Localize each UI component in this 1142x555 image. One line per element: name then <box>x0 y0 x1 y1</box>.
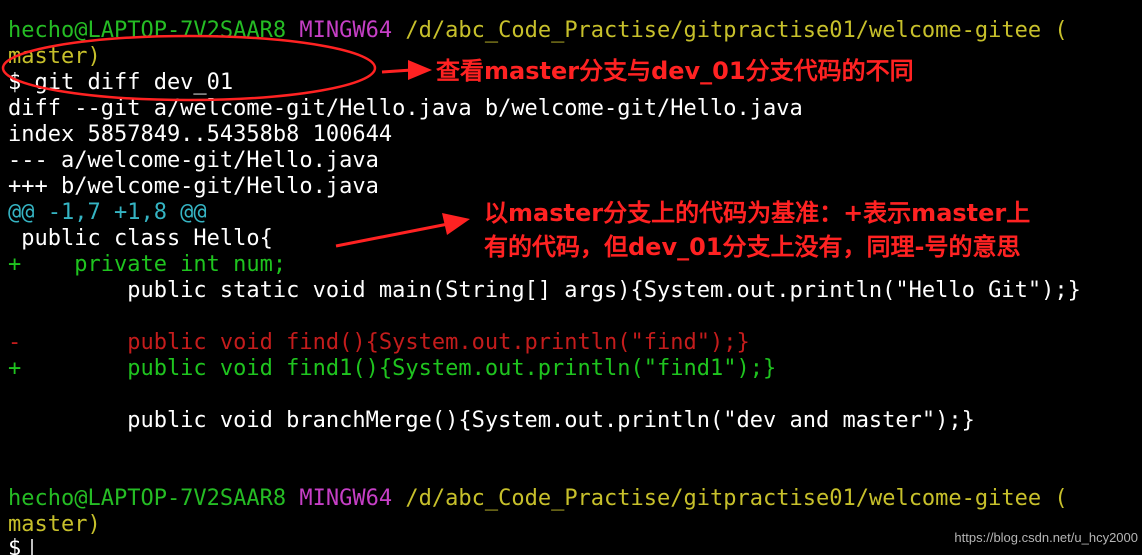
input-prompt-line[interactable]: $ <box>8 536 34 555</box>
prompt-line: hecho@LAPTOP-7V2SAAR8 MINGW64 /d/abc_Cod… <box>8 486 1068 512</box>
terminal-window[interactable]: hecho@LAPTOP-7V2SAAR8 MINGW64 /d/abc_Cod… <box>0 0 1142 555</box>
code-line-class: public class Hello{ <box>8 226 273 251</box>
diff-header-line: diff --git a/welcome-git/Hello.java b/we… <box>8 96 803 121</box>
prompt-host: MINGW64 <box>299 486 393 511</box>
diff-hunk-header: @@ -1,7 +1,8 @@ <box>8 200 207 225</box>
prompt-line: hecho@LAPTOP-7V2SAAR8 MINGW64 /d/abc_Cod… <box>8 18 1068 44</box>
text-cursor <box>31 539 34 555</box>
prompt-branch: master) <box>8 44 101 69</box>
arrow-head <box>408 60 432 80</box>
prompt-branch: master) <box>8 512 101 537</box>
prompt-user: hecho@LAPTOP-7V2SAAR8 <box>8 18 287 43</box>
watermark: https://blog.csdn.net/u_hcy2000 <box>954 530 1138 545</box>
diff-index-line: index 5857849..54358b8 100644 <box>8 122 393 147</box>
arrow-head <box>442 213 470 235</box>
prompt-path: /d/abc_Code_Practise/gitpractise01/welco… <box>405 486 1068 511</box>
diff-old-file-line: --- a/welcome-git/Hello.java <box>8 148 379 173</box>
annotation-note: 查看master分支与dev_01分支代码的不同 <box>436 57 914 85</box>
prompt-host: MINGW64 <box>299 18 393 43</box>
prompt-user: hecho@LAPTOP-7V2SAAR8 <box>8 486 287 511</box>
prompt-path: /d/abc_Code_Practise/gitpractise01/welco… <box>405 18 1068 43</box>
code-line-added-find1: + public void find1(){System.out.println… <box>8 356 777 381</box>
code-line-branch-merge: public void branchMerge(){System.out.pri… <box>8 408 975 433</box>
annotation-note: 有的代码，但dev_01分支上没有，同理-号的意思 <box>484 233 1021 261</box>
arrow-line <box>335 222 449 248</box>
code-line-added-field: + private int num; <box>8 252 287 277</box>
arrow-line <box>381 68 413 74</box>
annotation-note: 以master分支上的代码为基准：+表示master上 <box>484 199 1031 227</box>
code-line-main: public static void main(String[] args){S… <box>8 278 1081 303</box>
code-line-removed-find: - public void find(){System.out.println(… <box>8 330 750 355</box>
diff-new-file-line: +++ b/welcome-git/Hello.java <box>8 174 379 199</box>
command-line: $ git diff dev_01 <box>8 70 234 95</box>
prompt-symbol: $ <box>8 536 22 555</box>
